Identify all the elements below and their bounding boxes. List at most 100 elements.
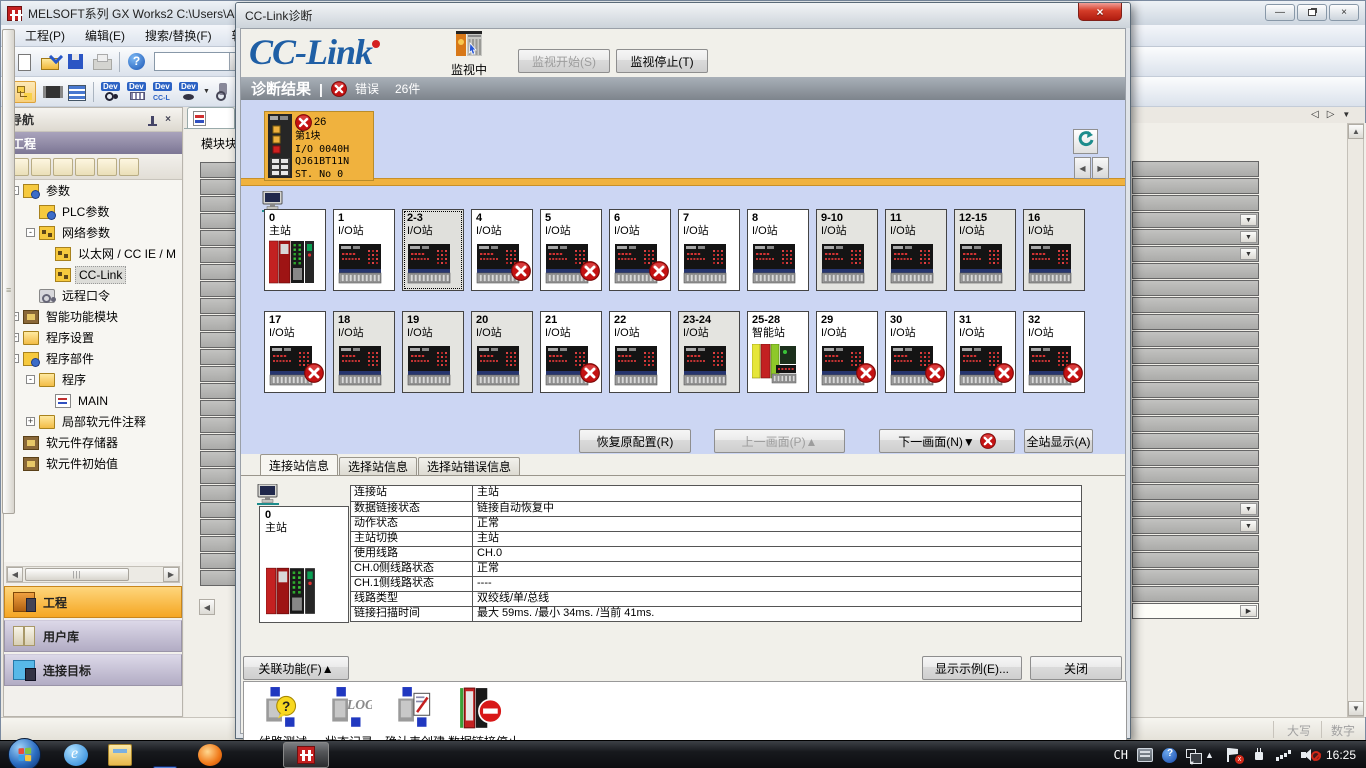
grid-row-header[interactable] [200, 179, 240, 195]
toolbar-combo-box[interactable]: ▼ [154, 52, 246, 71]
grid-row-header[interactable] [200, 400, 240, 416]
tree-item-CC-Link[interactable]: CC-Link [4, 264, 182, 285]
keyboard-icon[interactable] [1137, 748, 1153, 762]
tab-连接站信息[interactable]: 连接站信息 [260, 454, 338, 475]
device-batch-icon[interactable] [125, 81, 149, 103]
grid-row-header[interactable] [200, 553, 240, 569]
device-find-icon[interactable] [99, 81, 123, 103]
volume-muted-icon[interactable] [1301, 748, 1317, 762]
scroll-right-icon[interactable]: ▶ [163, 567, 179, 582]
device-watch-icon[interactable] [177, 81, 201, 103]
station-card-6[interactable]: 6I/O站 [609, 209, 671, 291]
tree-item-程序部件[interactable]: -程序部件 [4, 348, 182, 369]
station-card-25-28[interactable]: 25-28智能站 [747, 311, 809, 393]
grid-row-header[interactable] [200, 417, 240, 433]
tree-item-PLC参数[interactable]: PLC参数 [4, 201, 182, 222]
save-icon[interactable] [64, 51, 88, 73]
restore-layout-button[interactable]: 恢复原配置(R) [579, 429, 691, 453]
station-card-16[interactable]: 16I/O站 [1023, 209, 1085, 291]
station-card-22[interactable]: 22I/O站 [609, 311, 671, 393]
module-next-button[interactable]: ▶ [1092, 157, 1109, 179]
ie-icon[interactable] [64, 744, 88, 766]
grid-cell[interactable]: ▼ [1132, 229, 1259, 245]
tab-prev-icon[interactable]: ◁ [1311, 109, 1319, 120]
grid-cell[interactable] [1132, 314, 1259, 330]
copy-icon[interactable] [31, 158, 51, 176]
network-icon[interactable] [1276, 748, 1292, 762]
station-card-32[interactable]: 32I/O站 [1023, 311, 1085, 393]
close-button[interactable]: × [1329, 4, 1359, 21]
tree-item-以太网 / CC IE / M[interactable]: 以太网 / CC IE / M [4, 243, 182, 264]
grid-row-header[interactable] [200, 366, 240, 382]
grid-cell[interactable] [1132, 382, 1259, 398]
grid-cell[interactable]: ▼ [1132, 212, 1259, 228]
grid-row-header[interactable] [200, 162, 240, 178]
grid-row-header[interactable] [200, 196, 240, 212]
monitor-stop-button[interactable]: 监视停止(T) [616, 49, 708, 73]
station-card-5[interactable]: 5I/O站 [540, 209, 602, 291]
navigation-hscrollbar[interactable]: ◀ ||| ▶ [6, 566, 180, 583]
grid-row-header[interactable] [200, 502, 240, 518]
tree-item-软元件初始值[interactable]: 软元件初始值 [4, 453, 182, 474]
station-card-1[interactable]: 1I/O站 [333, 209, 395, 291]
station-card-17[interactable]: 17I/O站 [264, 311, 326, 393]
grid-cell[interactable] [1132, 450, 1259, 466]
tab-next-icon[interactable]: ▷ [1327, 109, 1335, 120]
grid-cell[interactable] [1132, 416, 1259, 432]
station-card-30[interactable]: 30I/O站 [885, 311, 947, 393]
station-card-19[interactable]: 19I/O站 [402, 311, 464, 393]
cell-dropdown-icon[interactable]: ▼ [1240, 503, 1257, 515]
grid-cell[interactable] [1132, 433, 1259, 449]
start-button[interactable] [8, 738, 41, 768]
tab-选择站信息[interactable]: 选择站信息 [339, 457, 417, 475]
pin-icon[interactable] [144, 113, 160, 127]
refresh-icon[interactable] [97, 158, 117, 176]
device-cclink-icon[interactable] [151, 81, 175, 103]
menu-item-0[interactable]: 工程(P) [15, 25, 75, 46]
tab-选择站错误信息[interactable]: 选择站错误信息 [418, 457, 520, 475]
grid-row-header[interactable] [200, 298, 240, 314]
grid-cell[interactable] [1132, 331, 1259, 347]
station-card-20[interactable]: 20I/O站 [471, 311, 533, 393]
vscroll-thumb[interactable] [2, 29, 15, 514]
new-file-icon[interactable] [12, 51, 36, 73]
station-card-7[interactable]: 7I/O站 [678, 209, 740, 291]
document-tab[interactable] [187, 107, 235, 128]
scroll-down-icon[interactable]: ▼ [1348, 701, 1364, 716]
tree-item-远程口令[interactable]: 远程口令 [4, 285, 182, 306]
open-project-icon[interactable] [38, 51, 62, 73]
power-icon[interactable] [1251, 748, 1267, 762]
module-prev-button[interactable]: ◀ [1074, 157, 1091, 179]
grid-row-header[interactable] [200, 570, 240, 586]
master-module-card[interactable]: 26 第1块 I/O 0040H QJ61BT11N ST. No 0 [264, 111, 374, 181]
display-example-button[interactable]: 显示示例(E)... [922, 656, 1022, 680]
property-icon[interactable] [75, 158, 95, 176]
related-functions-button[interactable]: 关联功能(F)▲ [243, 656, 349, 680]
grid-cell[interactable] [1132, 161, 1259, 177]
grid-cell[interactable] [1132, 484, 1259, 500]
taskbar-gx-works2-button[interactable] [283, 742, 329, 768]
grid-cell[interactable]: ▼ [1132, 501, 1259, 517]
dialog-close-button-bottom[interactable]: 关闭 [1030, 656, 1122, 680]
grid-row-header[interactable] [200, 536, 240, 552]
dialog-close-button[interactable]: × [1078, 3, 1122, 21]
help-tray-icon[interactable] [1162, 748, 1177, 763]
grid-cell[interactable] [1132, 552, 1259, 568]
station-card-2-3[interactable]: 2-3I/O站 [402, 209, 464, 291]
cell-dropdown-icon[interactable]: ▼ [1240, 248, 1257, 260]
tree-item-MAIN[interactable]: MAIN [4, 390, 182, 411]
station-card-18[interactable]: 18I/O站 [333, 311, 395, 393]
grid-cell[interactable] [1132, 569, 1259, 585]
grid-cell[interactable] [1132, 178, 1259, 194]
station-card-21[interactable]: 21I/O站 [540, 311, 602, 393]
station-card-0[interactable]: 0主站 [264, 209, 326, 291]
device-watch-icon-dropdown[interactable]: ▼ [203, 88, 210, 95]
tree-item-智能功能模块[interactable]: +智能功能模块 [4, 306, 182, 327]
grid-row-header[interactable] [200, 451, 240, 467]
grid-row-header[interactable] [200, 230, 240, 246]
explorer-icon[interactable] [108, 744, 132, 766]
scroll-left-icon[interactable]: ◀ [7, 567, 23, 582]
tree-item-程序[interactable]: -程序 [4, 369, 182, 390]
grid-cell[interactable] [1132, 399, 1259, 415]
next-screen-button[interactable]: 下一画面(N)▼ [879, 429, 1015, 453]
